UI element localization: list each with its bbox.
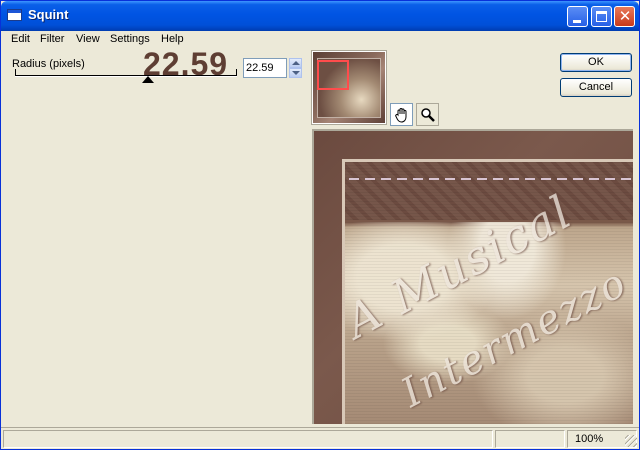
arrow-down-icon bbox=[292, 71, 300, 75]
navigator-thumbnail[interactable] bbox=[311, 50, 387, 125]
menu-filter[interactable]: Filter bbox=[40, 33, 64, 45]
hand-icon bbox=[395, 108, 407, 123]
radius-label: Radius (pixels) bbox=[12, 58, 85, 70]
radius-slider-thumb[interactable] bbox=[142, 76, 154, 83]
arrow-up-icon bbox=[292, 61, 300, 65]
spin-up-button[interactable] bbox=[289, 58, 302, 68]
close-button[interactable]: ✕ bbox=[614, 6, 635, 27]
squint-window: Squint ✕ Edit Filter View Settings Help … bbox=[0, 0, 640, 450]
status-bar: 100% bbox=[1, 427, 639, 449]
menu-settings[interactable]: Settings bbox=[110, 33, 150, 45]
radius-slider-track[interactable] bbox=[15, 75, 237, 77]
ok-button[interactable]: OK bbox=[560, 53, 632, 72]
maximize-button[interactable] bbox=[591, 6, 612, 27]
preview-pane[interactable]: A Musical Intermezzo bbox=[312, 129, 633, 424]
resize-grip-icon[interactable] bbox=[625, 435, 637, 447]
hand-tool-button[interactable] bbox=[390, 103, 413, 126]
radius-display-value: 22.59 bbox=[143, 46, 229, 82]
window-app-icon bbox=[7, 9, 22, 21]
menu-bar: Edit Filter View Settings Help bbox=[1, 31, 639, 49]
menu-help[interactable]: Help bbox=[161, 33, 184, 45]
minimize-icon bbox=[573, 20, 581, 23]
menu-edit[interactable]: Edit bbox=[11, 33, 30, 45]
close-icon: ✕ bbox=[618, 7, 632, 25]
radius-spinner bbox=[289, 58, 302, 78]
magnifier-icon bbox=[421, 108, 435, 122]
cancel-button[interactable]: Cancel bbox=[560, 78, 632, 97]
thumbnail-viewport-rect[interactable] bbox=[317, 60, 349, 90]
window-title: Squint bbox=[28, 7, 69, 22]
status-cell-mid bbox=[495, 430, 565, 448]
minimize-button[interactable] bbox=[567, 6, 588, 27]
title-bar[interactable]: Squint ✕ bbox=[1, 1, 639, 31]
status-zoom: 100% bbox=[575, 433, 604, 445]
status-cell-main bbox=[3, 430, 493, 448]
spin-down-button[interactable] bbox=[289, 68, 302, 78]
maximize-icon bbox=[596, 11, 607, 22]
menu-view[interactable]: View bbox=[76, 33, 100, 45]
zoom-tool-button[interactable] bbox=[416, 103, 439, 126]
radius-input[interactable]: 22.59 bbox=[243, 58, 287, 78]
